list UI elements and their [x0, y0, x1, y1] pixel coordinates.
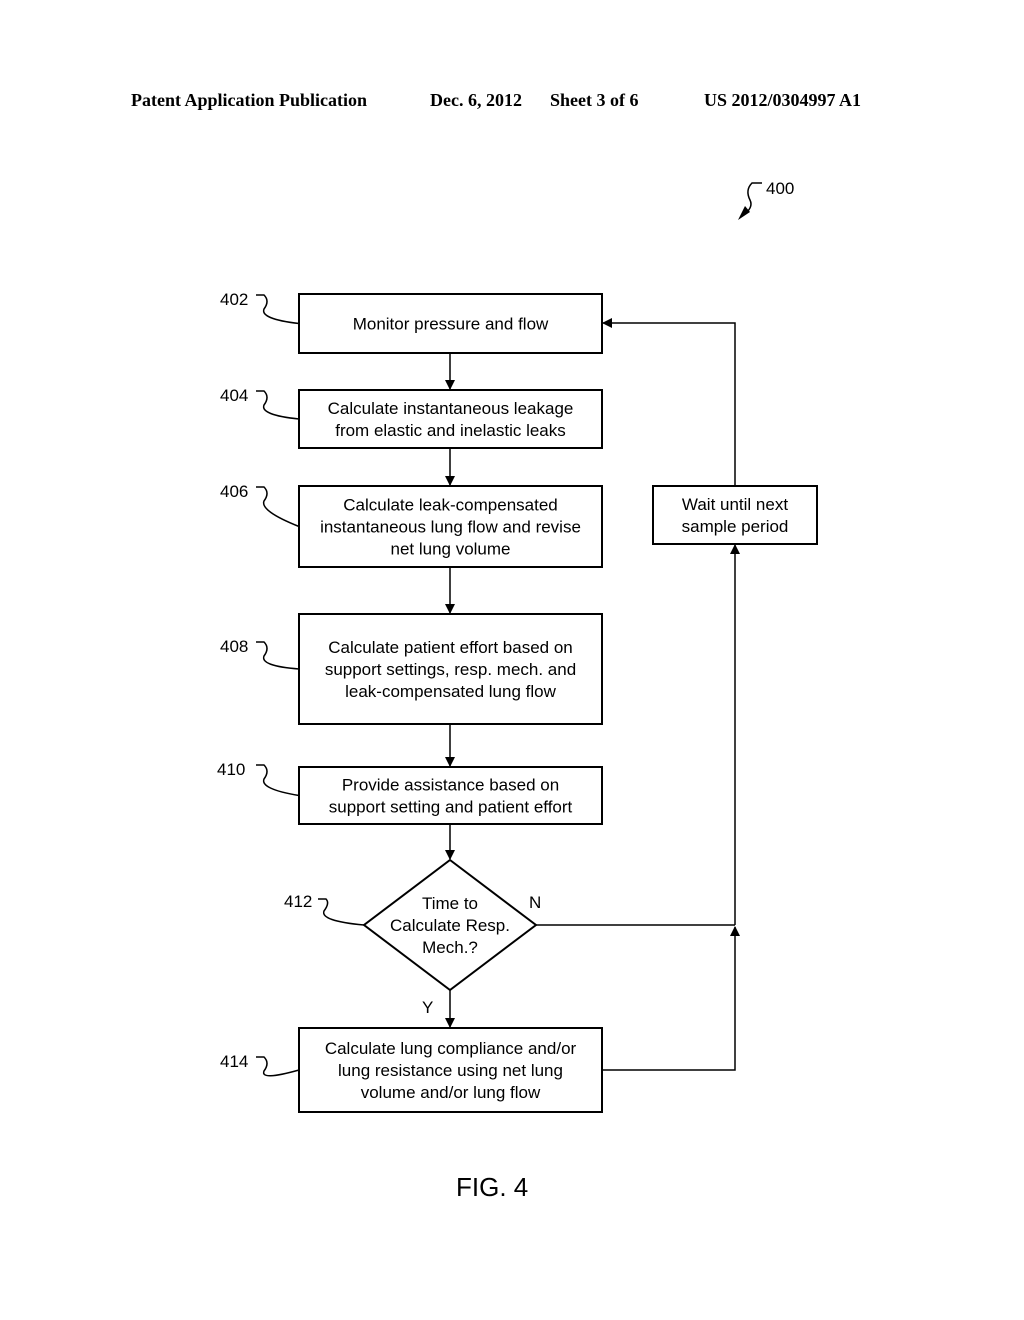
- arrow-wait-402: [602, 318, 736, 486]
- step-text: Wait until next: [682, 495, 788, 514]
- step-408: 408 Calculate patient effort based on supp…: [220, 613, 603, 725]
- step-ref-label: 410: [217, 760, 245, 779]
- step-text: support setting and patient effort: [329, 798, 573, 817]
- figure-caption: FIG. 4: [456, 1172, 528, 1202]
- step-text: sample period: [682, 517, 789, 536]
- step-text: instantaneous lung flow and revise: [320, 518, 581, 537]
- step-text: leak-compensated lung flow: [345, 682, 556, 701]
- step-414: 414 Calculate lung compliance and/or lung …: [220, 1027, 603, 1113]
- step-text: support settings, resp. mech. and: [325, 660, 576, 679]
- step-412: 412 Time to Calculate Resp. Mech.?: [284, 858, 538, 992]
- step-ref-label: 402: [220, 290, 248, 309]
- step-ref-label: 414: [220, 1052, 248, 1071]
- step-text: Calculate patient effort based on: [328, 638, 572, 657]
- step-ref-label: 406: [220, 482, 248, 501]
- step-410: 410 Provide assistance based on support se…: [217, 760, 603, 825]
- figure-ref-400: 400: [738, 179, 794, 220]
- leader-line: [256, 486, 300, 528]
- leader-line: [256, 641, 300, 670]
- step-text: Mech.?: [422, 938, 478, 957]
- arrow-414-loop: [602, 926, 740, 1071]
- branch-yes-label: Y: [422, 998, 433, 1017]
- step-text: Time to: [422, 894, 478, 913]
- branch-no-label: N: [529, 893, 541, 912]
- leader-line: [256, 764, 300, 797]
- step-ref-label: 412: [284, 892, 312, 911]
- wait-box: Wait until next sample period: [652, 485, 818, 545]
- leader-line: [318, 898, 365, 926]
- step-text: lung resistance using net lung: [338, 1061, 563, 1080]
- step-404: 404 Calculate instantaneous leakage from e…: [220, 386, 603, 449]
- leader-line: [256, 1056, 300, 1077]
- leader-line: [256, 390, 300, 420]
- step-text: Calculate lung compliance and/or: [325, 1039, 577, 1058]
- figure-ref-label: 400: [766, 179, 794, 198]
- step-ref-label: 408: [220, 637, 248, 656]
- step-text: Calculate instantaneous leakage: [328, 399, 574, 418]
- step-text: Calculate leak-compensated: [343, 496, 558, 515]
- step-text: volume and/or lung flow: [361, 1083, 541, 1102]
- step-text: from elastic and inelastic leaks: [335, 421, 566, 440]
- step-text: Calculate Resp.: [390, 916, 510, 935]
- step-text: net lung volume: [390, 540, 510, 559]
- step-text: Monitor pressure and flow: [353, 315, 549, 334]
- step-text: Provide assistance based on: [342, 776, 559, 795]
- step-402: 402 Monitor pressure and flow: [220, 290, 603, 354]
- step-ref-label: 404: [220, 386, 248, 405]
- flowchart: 400 402 Monitor pressure and flow 404 Calcu…: [217, 179, 818, 1202]
- step-406: 406 Calculate leak-compensated instantaneo…: [220, 482, 603, 568]
- leader-line: [256, 294, 300, 325]
